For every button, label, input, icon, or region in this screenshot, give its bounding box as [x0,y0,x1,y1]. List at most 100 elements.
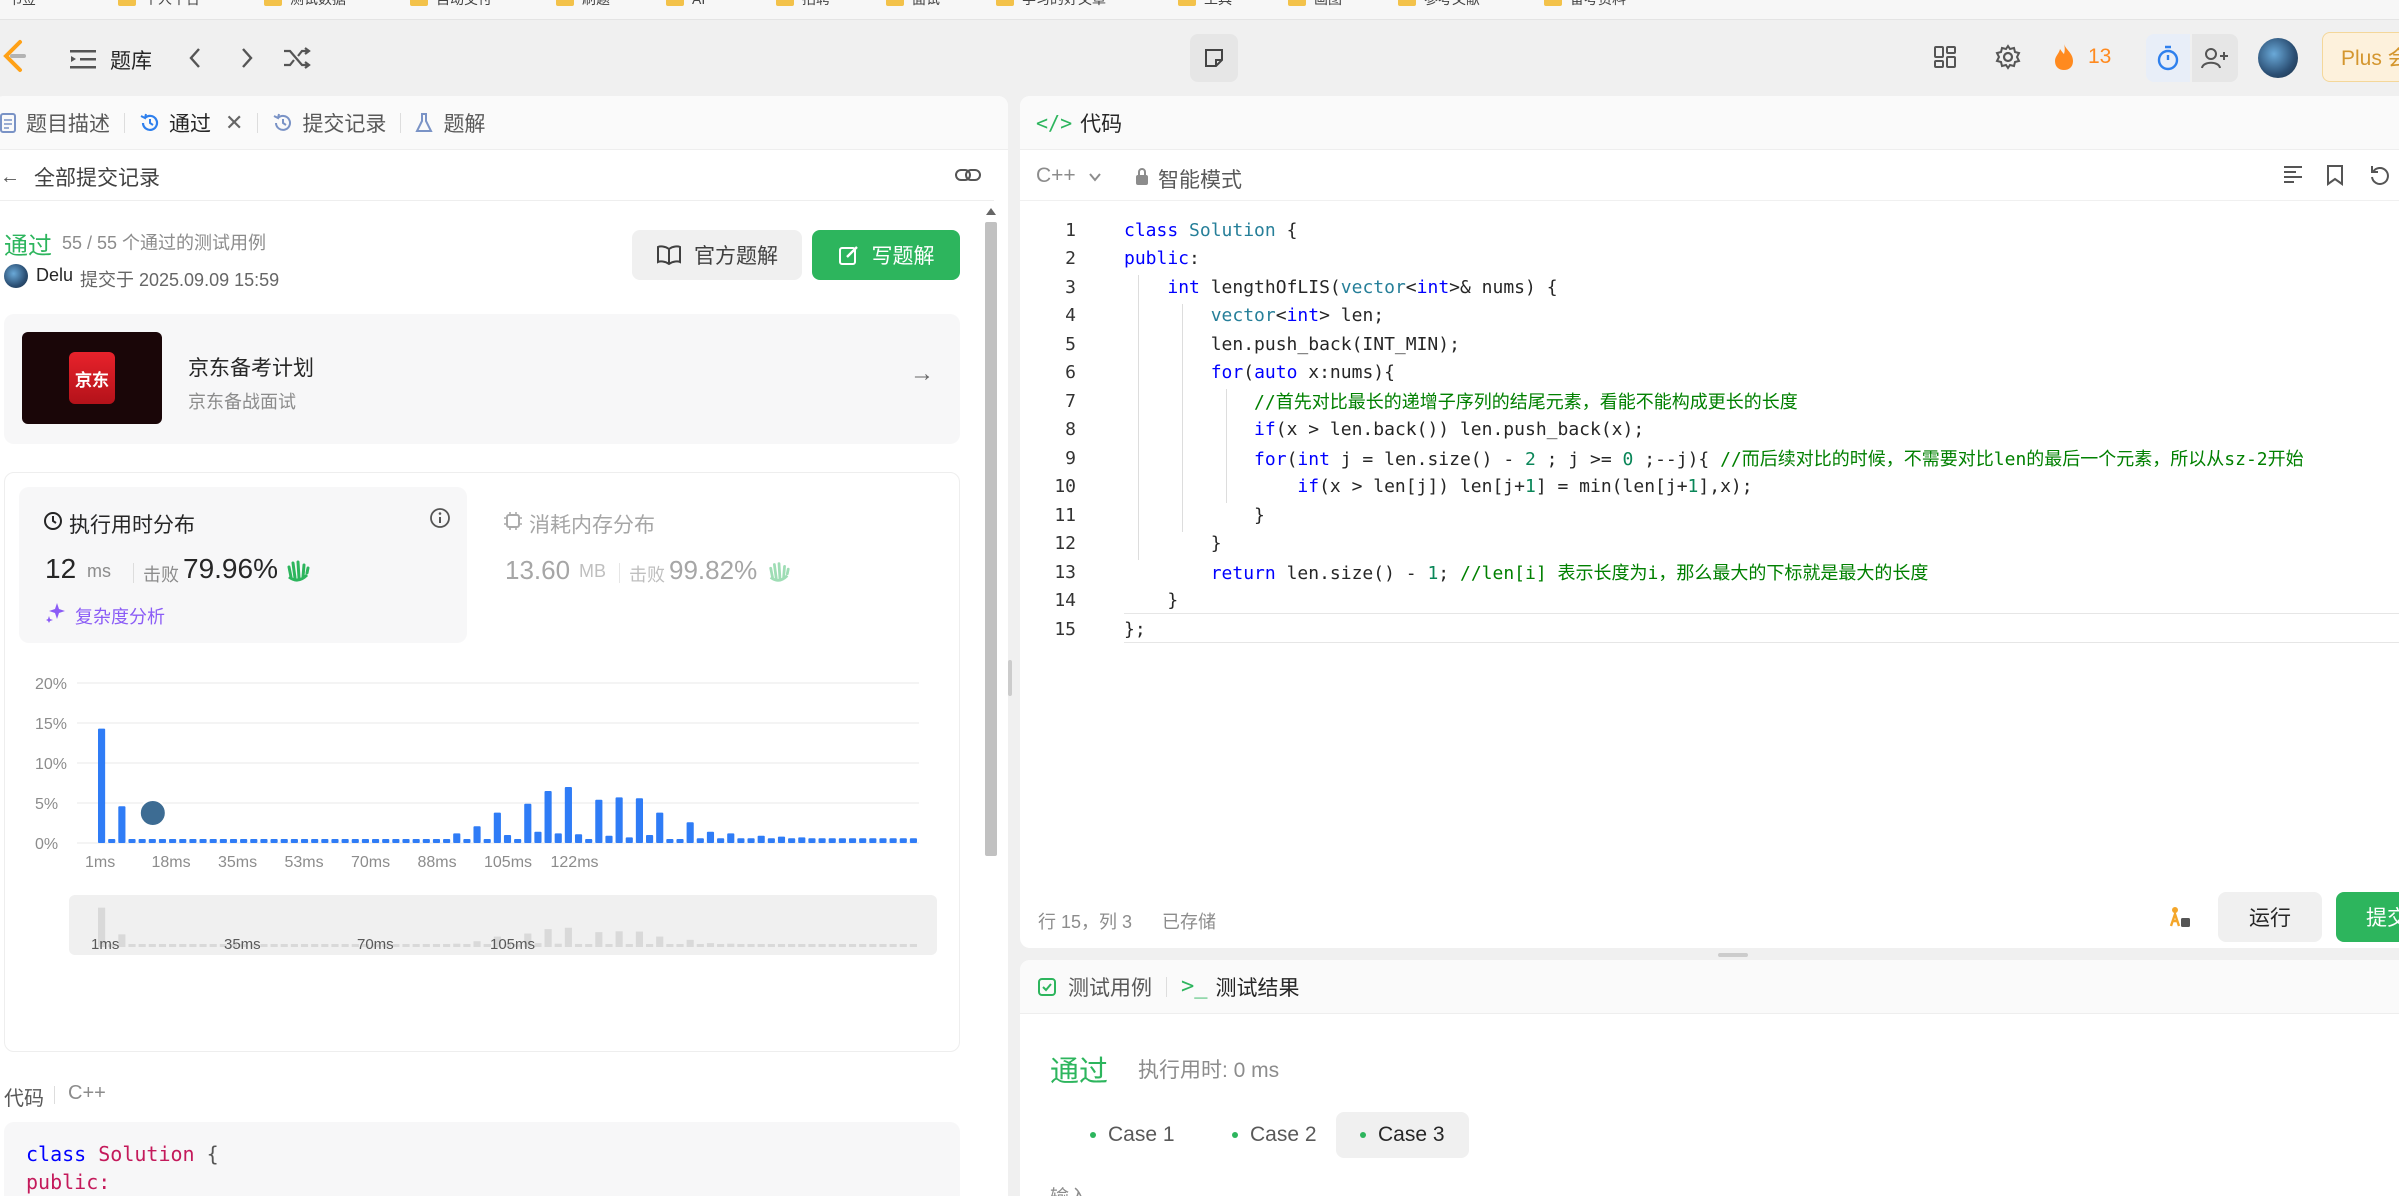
run-button[interactable]: 运行 [2218,892,2322,942]
bar[interactable] [341,839,349,843]
tab-solutions[interactable]: 题解 [401,108,499,138]
bar[interactable] [676,839,684,843]
bar[interactable] [300,839,309,843]
submit-button[interactable]: 提交 [2336,892,2399,942]
bar[interactable] [361,839,369,843]
submitter-name[interactable]: Delu [36,265,73,286]
code-line[interactable]: 9 for(int j = len.size() - 2 ; j >= 0 ;-… [1020,444,2303,472]
bar[interactable] [859,838,867,843]
bar[interactable] [372,839,380,843]
bar[interactable] [503,835,512,843]
runtime-card[interactable]: 执行用时分布 12 ms 击败 79.96% 复杂度分析 [19,487,467,643]
bar[interactable] [909,838,917,843]
streak-fire-icon[interactable] [2052,42,2076,72]
bar[interactable] [544,791,552,843]
bookmark-item[interactable]: 参考文献 [1398,0,1480,8]
bar[interactable] [869,838,877,843]
bar[interactable] [686,822,694,843]
bar[interactable] [574,834,583,843]
bar[interactable] [747,838,755,843]
bar[interactable] [209,839,217,843]
bar[interactable] [138,839,146,843]
tab-test-result[interactable]: >_ 测试结果 [1167,972,1314,1002]
user-avatar[interactable] [2258,38,2298,78]
bar[interactable] [290,839,298,843]
language-select[interactable]: C++ [1036,164,1102,188]
bar[interactable] [514,839,522,843]
bookmark-item[interactable]: 学习的好文章 [996,0,1106,8]
bar[interactable] [158,839,167,843]
official-solution-button[interactable]: 官方题解 [632,230,802,280]
close-icon[interactable]: ✕ [225,110,243,136]
your-submission-avatar[interactable] [138,799,167,827]
bar[interactable] [838,838,846,843]
bar[interactable] [453,833,461,843]
bar[interactable] [219,839,227,843]
bar[interactable] [727,833,735,843]
bar[interactable] [848,838,857,843]
smart-mode-label[interactable]: 智能模式 [1158,164,1242,194]
bar[interactable] [311,839,319,843]
bar[interactable] [108,839,116,843]
bar[interactable] [199,839,207,843]
bookmark-item[interactable]: 备考资料 [1544,0,1626,8]
bookmark-item[interactable]: 测试数据 [264,0,346,8]
bar[interactable] [179,839,187,843]
bar[interactable] [422,839,430,843]
scrollbar-track[interactable] [982,204,998,1196]
bar[interactable] [382,839,390,843]
case-tab-2[interactable]: Case 2 [1208,1112,1341,1158]
bar[interactable] [757,835,765,843]
bar[interactable] [443,839,451,843]
bar[interactable] [412,839,420,843]
bar[interactable] [767,838,775,843]
shuffle-icon[interactable] [280,42,314,74]
format-icon[interactable] [2282,164,2306,188]
bar[interactable] [666,839,674,843]
bar[interactable] [128,839,136,843]
bar[interactable] [250,839,258,843]
bookmark-item[interactable]: AI [666,0,705,8]
plus-button[interactable]: Plus 会 [2322,32,2399,82]
bar[interactable] [169,839,177,843]
code-line[interactable]: 6 for(auto x:nums){ [1020,359,1395,387]
bar[interactable] [798,837,806,843]
bar[interactable] [879,838,887,843]
bar[interactable] [696,838,704,843]
bar[interactable] [331,839,339,843]
bar[interactable] [605,835,613,843]
tab-testcase[interactable]: 测试用例 [1020,972,1166,1002]
streak-count[interactable]: 13 [2088,45,2111,69]
tab-description[interactable]: 题目描述 [0,108,124,138]
case-tab-1[interactable]: Case 1 [1066,1112,1199,1158]
memory-card[interactable]: 消耗内存分布 13.60 MB 击败 99.82% [479,487,927,643]
bar[interactable] [351,839,359,843]
code-line[interactable]: 14 } [1020,587,1178,615]
runtime-distribution-chart[interactable]: 20% 15% 10% 5% 0% 1ms 18ms 35ms 53ms 70ms 88ms 105m… [5,643,961,1043]
code-line[interactable]: 7 //首先对比最长的递增子序列的结尾元素，看能不能构成更长的长度 [1020,387,1798,415]
bar[interactable] [889,838,897,843]
bookmark-item[interactable]: 自动交付 [410,0,492,8]
bar[interactable] [554,833,562,843]
case-tab-3[interactable]: Case 3 [1336,1112,1469,1158]
bar[interactable] [493,812,501,843]
bar[interactable] [148,839,156,843]
bookmark-item[interactable]: 招聘 [776,0,830,8]
bar[interactable] [706,831,715,843]
scrollbar-thumb[interactable] [985,222,997,856]
bar[interactable] [524,803,532,843]
info-icon[interactable] [429,507,451,529]
code-line[interactable]: 8 if(x > len.back()) len.push_back(x); [1020,416,1644,444]
chevron-left-icon[interactable] [180,42,210,74]
code-line[interactable]: 13 return len.size() - 1; //len[i] 表示长度为… [1020,558,1928,586]
bar[interactable] [808,838,816,843]
problem-list-icon[interactable] [68,44,98,74]
chevron-right-icon[interactable] [232,42,262,74]
scrollbar-up-icon[interactable] [986,208,996,215]
bookmark-item[interactable]: 工具 [1178,0,1232,8]
bar[interactable] [432,839,441,843]
reset-icon[interactable] [2368,164,2392,188]
bar[interactable] [585,839,593,843]
bar[interactable] [646,835,654,843]
submitter-avatar[interactable] [4,264,28,288]
